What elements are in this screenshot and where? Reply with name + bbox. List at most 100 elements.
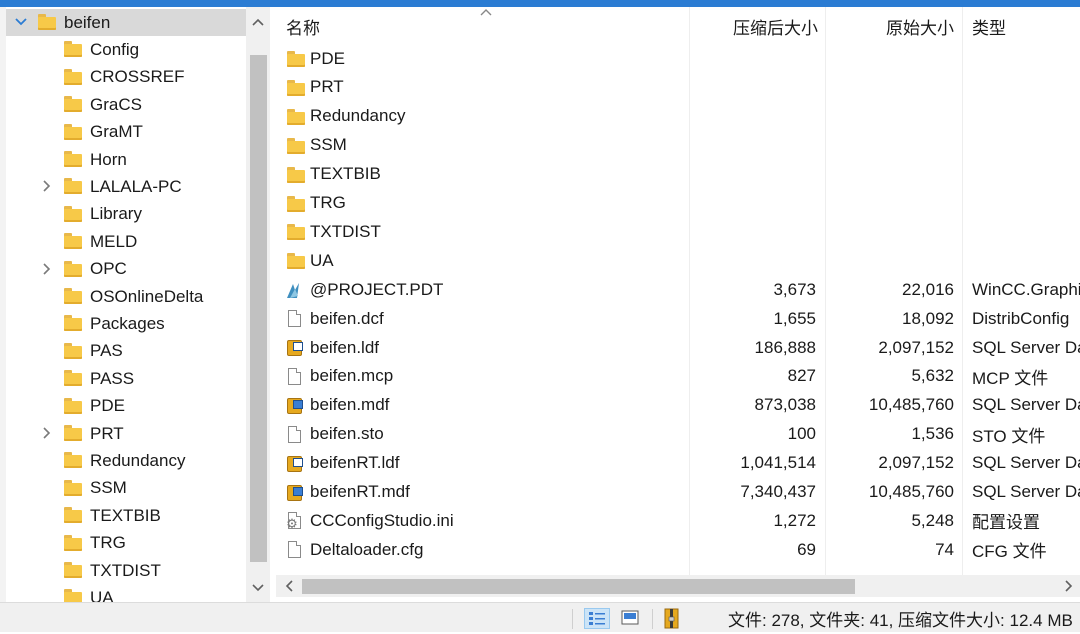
tree-item-trg[interactable]: TRG bbox=[6, 530, 246, 557]
tree-item-gramt[interactable]: GraMT bbox=[6, 119, 246, 146]
database-data-icon bbox=[286, 397, 304, 415]
column-header-original-size[interactable]: 原始大小 bbox=[826, 7, 954, 45]
file-list[interactable]: 名称 压缩后大小 原始大小 类型 PDE PRT Redundancy SSM TEXT… bbox=[276, 7, 1080, 575]
folder-icon bbox=[64, 288, 82, 304]
wincc-graphics-icon bbox=[286, 281, 304, 299]
tree-item-config[interactable]: Config bbox=[6, 36, 246, 63]
horizontal-scrollbar[interactable] bbox=[276, 575, 1080, 597]
tree-item-horn[interactable]: Horn bbox=[6, 146, 246, 173]
tree-item-label: TRG bbox=[90, 533, 126, 553]
folder-icon bbox=[64, 479, 82, 496]
list-item[interactable]: PDE bbox=[276, 44, 1080, 73]
document-icon bbox=[286, 367, 304, 386]
tree-item-ssm[interactable]: SSM bbox=[6, 475, 246, 502]
large-icons-view-icon bbox=[621, 610, 639, 625]
file-type: SQL Server Da bbox=[972, 482, 1080, 501]
list-item[interactable]: TEXTBIB bbox=[276, 160, 1080, 189]
tree-item-redundancy[interactable]: Redundancy bbox=[6, 447, 246, 474]
folder-icon bbox=[64, 589, 82, 602]
tree-scrollbar[interactable] bbox=[246, 7, 270, 602]
list-item[interactable]: TRG bbox=[276, 189, 1080, 218]
details-view-button[interactable] bbox=[584, 608, 610, 629]
expand-closed-icon[interactable] bbox=[40, 179, 54, 193]
tree-item-txtdist[interactable]: TXTDIST bbox=[6, 557, 246, 584]
tree-item-label: PASS bbox=[90, 368, 135, 388]
file-type: SQL Server Da bbox=[972, 453, 1080, 473]
compressed-size: 827 bbox=[787, 366, 816, 386]
compressed-size: 100 bbox=[787, 424, 816, 444]
tree-item-crossref[interactable]: CROSSREF bbox=[6, 64, 246, 91]
tree-item-ua[interactable]: UA bbox=[6, 584, 246, 602]
list-item[interactable]: beifen.sto 100 1,536 STO 文件 bbox=[276, 420, 1080, 449]
tree-item-textbib[interactable]: TEXTBIB bbox=[6, 502, 246, 529]
file-name: UA bbox=[310, 250, 334, 270]
tree-item-label: PAS bbox=[90, 341, 123, 361]
tree-item-label: UA bbox=[90, 587, 114, 602]
list-item[interactable]: beifen.mcp 827 5,632 MCP 文件 bbox=[276, 362, 1080, 391]
tree-item-opc[interactable]: OPC bbox=[6, 256, 246, 283]
tree-item-beifen[interactable]: beifen bbox=[6, 9, 246, 36]
list-item[interactable]: @PROJECT.PDT 3,673 22,016 WinCC.Graphi bbox=[276, 275, 1080, 304]
tree-item-pas[interactable]: PAS bbox=[6, 338, 246, 365]
chevron-down-icon[interactable] bbox=[246, 579, 270, 597]
folder-tree[interactable]: beifen Config CROSSREF GraCS GraMT Horn LALALA… bbox=[6, 7, 246, 602]
file-type: SQL Server Da bbox=[972, 337, 1080, 357]
file-type bbox=[972, 217, 1080, 246]
tree-item-pde[interactable]: PDE bbox=[6, 393, 246, 420]
database-log-icon bbox=[286, 339, 304, 357]
horizontal-scrollbar-thumb[interactable] bbox=[302, 579, 855, 594]
tree-item-label: Library bbox=[90, 204, 142, 224]
original-size: 2,097,152 bbox=[878, 453, 954, 473]
file-type bbox=[972, 189, 1080, 218]
expand-closed-icon[interactable] bbox=[40, 426, 54, 440]
status-divider bbox=[652, 609, 653, 629]
compressed-size bbox=[690, 73, 816, 102]
file-name: Deltaloader.cfg bbox=[310, 539, 424, 559]
file-type: CFG 文件 bbox=[972, 542, 1047, 562]
database-log-icon bbox=[286, 455, 304, 473]
file-type: DistribConfig bbox=[972, 308, 1070, 328]
list-item[interactable]: UA bbox=[276, 246, 1080, 275]
tree-item-library[interactable]: Library bbox=[6, 201, 246, 228]
chevron-left-icon[interactable] bbox=[278, 575, 300, 597]
tree-item-prt[interactable]: PRT bbox=[6, 420, 246, 447]
original-size bbox=[826, 217, 954, 246]
tree-item-osonlinedelta[interactable]: OSOnlineDelta bbox=[6, 283, 246, 310]
list-item[interactable]: ⚙ CCConfigStudio.ini 1,272 5,248 配置设置 bbox=[276, 506, 1080, 535]
file-type: 配置设置 bbox=[972, 513, 1040, 533]
file-name: TXTDIST bbox=[310, 221, 381, 241]
column-header-compressed-size[interactable]: 压缩后大小 bbox=[690, 7, 818, 45]
folder-icon bbox=[286, 252, 305, 270]
tree-scrollbar-thumb[interactable] bbox=[250, 55, 267, 562]
list-item[interactable]: beifenRT.ldf 1,041,514 2,097,152 SQL Server… bbox=[276, 449, 1080, 478]
tree-item-meld[interactable]: MELD bbox=[6, 228, 246, 255]
list-item[interactable]: PRT bbox=[276, 73, 1080, 102]
column-header-name[interactable]: 名称 bbox=[286, 7, 320, 45]
list-item[interactable]: beifen.ldf 186,888 2,097,152 SQL Server Da bbox=[276, 333, 1080, 362]
expand-open-icon[interactable] bbox=[14, 15, 28, 29]
tree-item-packages[interactable]: Packages bbox=[6, 310, 246, 337]
tree-item-gracs[interactable]: GraCS bbox=[6, 91, 246, 118]
file-name: TEXTBIB bbox=[310, 164, 381, 184]
list-item[interactable]: SSM bbox=[276, 131, 1080, 160]
original-size bbox=[826, 44, 954, 73]
list-item[interactable]: TXTDIST bbox=[276, 217, 1080, 246]
list-item[interactable]: beifen.dcf 1,655 18,092 DistribConfig bbox=[276, 304, 1080, 333]
list-item[interactable]: beifen.mdf 873,038 10,485,760 SQL Server Da bbox=[276, 391, 1080, 420]
chevron-right-icon[interactable] bbox=[1058, 575, 1080, 597]
folder-icon bbox=[286, 195, 305, 213]
column-header-type[interactable]: 类型 bbox=[972, 7, 1006, 45]
list-item[interactable]: beifenRT.mdf 7,340,437 10,485,760 SQL Serve… bbox=[276, 478, 1080, 507]
tree-item-lalala-pc[interactable]: LALALA-PC bbox=[6, 173, 246, 200]
large-icons-view-button[interactable] bbox=[618, 608, 644, 629]
file-type: SQL Server Da bbox=[972, 395, 1080, 415]
list-item[interactable]: Deltaloader.cfg 69 74 CFG 文件 bbox=[276, 535, 1080, 564]
tree-item-pass[interactable]: PASS bbox=[6, 365, 246, 392]
folder-icon bbox=[286, 137, 305, 155]
chevron-up-icon[interactable] bbox=[246, 13, 270, 31]
file-name: beifen.sto bbox=[310, 424, 384, 444]
sort-ascending-icon bbox=[480, 7, 492, 19]
expand-closed-icon[interactable] bbox=[40, 262, 54, 276]
list-item[interactable]: Redundancy bbox=[276, 102, 1080, 131]
archive-button[interactable] bbox=[660, 608, 686, 629]
